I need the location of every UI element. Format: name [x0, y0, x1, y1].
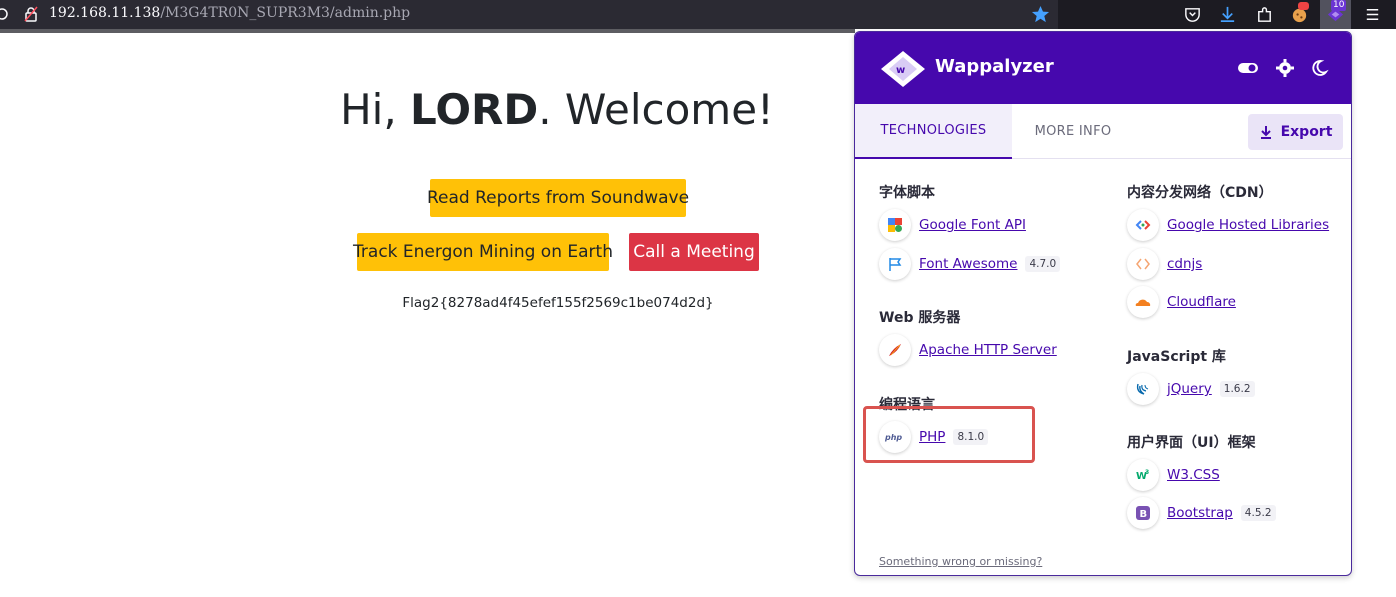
call-meeting-button[interactable]: Call a Meeting	[629, 233, 759, 271]
tech-link[interactable]: cdnjs	[1167, 256, 1202, 272]
title-prefix: Hi,	[340, 85, 411, 134]
category-title-font-scripts: 字体脚本	[879, 185, 935, 201]
pocket-icon[interactable]	[1183, 5, 1202, 24]
google-font-icon	[879, 209, 911, 241]
wappalyzer-popup: w Wappalyzer TECHNOLOGIES MORE INFO Expo…	[854, 31, 1352, 576]
something-wrong-link[interactable]: Something wrong or missing?	[879, 555, 1042, 568]
tech-item-google-font-api: Google Font API	[879, 209, 1026, 241]
tech-item-apache: Apache HTTP Server	[879, 334, 1057, 366]
downloads-icon[interactable]	[1218, 5, 1237, 24]
page-title: Hi, LORD. Welcome!	[320, 85, 794, 134]
export-label: Export	[1280, 124, 1333, 140]
bookmark-star-icon[interactable]	[1031, 5, 1050, 24]
url-path: /M3G4TR0N_SUPR3M3/admin.php	[160, 5, 411, 21]
toolbar-divider	[0, 29, 855, 33]
category-title-cdn: 内容分发网络（CDN）	[1127, 185, 1273, 201]
tech-item-cdnjs: cdnjs	[1127, 248, 1202, 280]
wappalyzer-tabs: TECHNOLOGIES MORE INFO Export	[855, 104, 1351, 159]
menu-hamburger-icon[interactable]	[1363, 5, 1382, 24]
dark-mode-moon-icon[interactable]	[1307, 58, 1329, 78]
tech-link[interactable]: Bootstrap	[1167, 505, 1233, 521]
notification-dot	[1298, 2, 1309, 10]
bootstrap-icon: B	[1127, 497, 1159, 529]
tab-technologies[interactable]: TECHNOLOGIES	[855, 104, 1012, 159]
tech-link[interactable]: jQuery	[1167, 381, 1212, 397]
lock-insecure-icon[interactable]	[24, 6, 38, 22]
site-info-icon[interactable]	[0, 6, 14, 22]
tab-more-info[interactable]: MORE INFO	[1012, 104, 1134, 159]
tech-item-w3css: W3 W3.CSS	[1127, 459, 1220, 491]
tech-version: 4.7.0	[1025, 256, 1061, 272]
cloudflare-icon	[1127, 286, 1159, 318]
tech-link[interactable]: Google Hosted Libraries	[1167, 217, 1329, 233]
cdnjs-icon	[1127, 248, 1159, 280]
extension-count-badge: 10	[1331, 0, 1347, 11]
category-title-web-server: Web 服务器	[879, 310, 961, 326]
php-highlight-annotation	[863, 406, 1035, 463]
settings-gear-icon[interactable]	[1274, 58, 1296, 78]
category-title-ui-frameworks: 用户界面（UI）框架	[1127, 435, 1256, 451]
font-awesome-icon	[879, 248, 911, 280]
tech-link[interactable]: W3.CSS	[1167, 467, 1220, 483]
google-hosted-icon	[1127, 209, 1159, 241]
wappalyzer-title: Wappalyzer	[935, 56, 1054, 77]
tech-version: 4.5.2	[1240, 505, 1276, 521]
track-energon-button[interactable]: Track Energon Mining on Earth	[353, 233, 613, 271]
title-suffix: . Welcome!	[538, 85, 774, 134]
tech-link[interactable]: Apache HTTP Server	[919, 342, 1057, 358]
read-reports-button[interactable]: Read Reports from Soundwave	[427, 179, 689, 217]
svg-text:3: 3	[1145, 469, 1149, 476]
download-icon	[1260, 126, 1271, 139]
url-text[interactable]: 192.168.11.138/M3G4TR0N_SUPR3M3/admin.ph…	[49, 5, 410, 21]
svg-text:w: w	[896, 65, 905, 76]
extensions-puzzle-icon[interactable]	[1255, 5, 1274, 24]
tech-item-google-hosted-libraries: Google Hosted Libraries	[1127, 209, 1329, 241]
w3css-icon: W3	[1127, 459, 1159, 491]
tech-item-cloudflare: Cloudflare	[1127, 286, 1236, 318]
tech-item-bootstrap: B Bootstrap 4.5.2	[1127, 497, 1276, 529]
svg-text:B: B	[1140, 509, 1148, 520]
tech-item-jquery: jQuery 1.6.2	[1127, 373, 1255, 405]
tech-link[interactable]: Cloudflare	[1167, 294, 1236, 310]
tech-item-font-awesome: Font Awesome 4.7.0	[879, 248, 1061, 280]
browser-toolbar: 192.168.11.138/M3G4TR0N_SUPR3M3/admin.ph…	[0, 0, 1396, 29]
jquery-icon	[1127, 373, 1159, 405]
category-title-javascript-libraries: JavaScript 库	[1127, 349, 1226, 365]
tech-version: 1.6.2	[1219, 381, 1255, 397]
url-bar[interactable]: 192.168.11.138/M3G4TR0N_SUPR3M3/admin.ph…	[0, 0, 1058, 29]
flag-text: Flag2{8278ad4f45efef155f2569c1be074d2d}	[402, 295, 714, 311]
tech-link[interactable]: Font Awesome	[919, 256, 1017, 272]
tech-link[interactable]: Google Font API	[919, 217, 1026, 233]
export-button[interactable]: Export	[1248, 114, 1343, 150]
title-user-name: LORD	[410, 85, 539, 134]
url-host: 192.168.11.138	[49, 5, 161, 21]
apache-feather-icon	[879, 334, 911, 366]
wappalyzer-logo-icon: w	[881, 51, 925, 87]
toggle-switch-icon[interactable]	[1237, 58, 1259, 78]
wappalyzer-header: w Wappalyzer	[855, 32, 1351, 104]
